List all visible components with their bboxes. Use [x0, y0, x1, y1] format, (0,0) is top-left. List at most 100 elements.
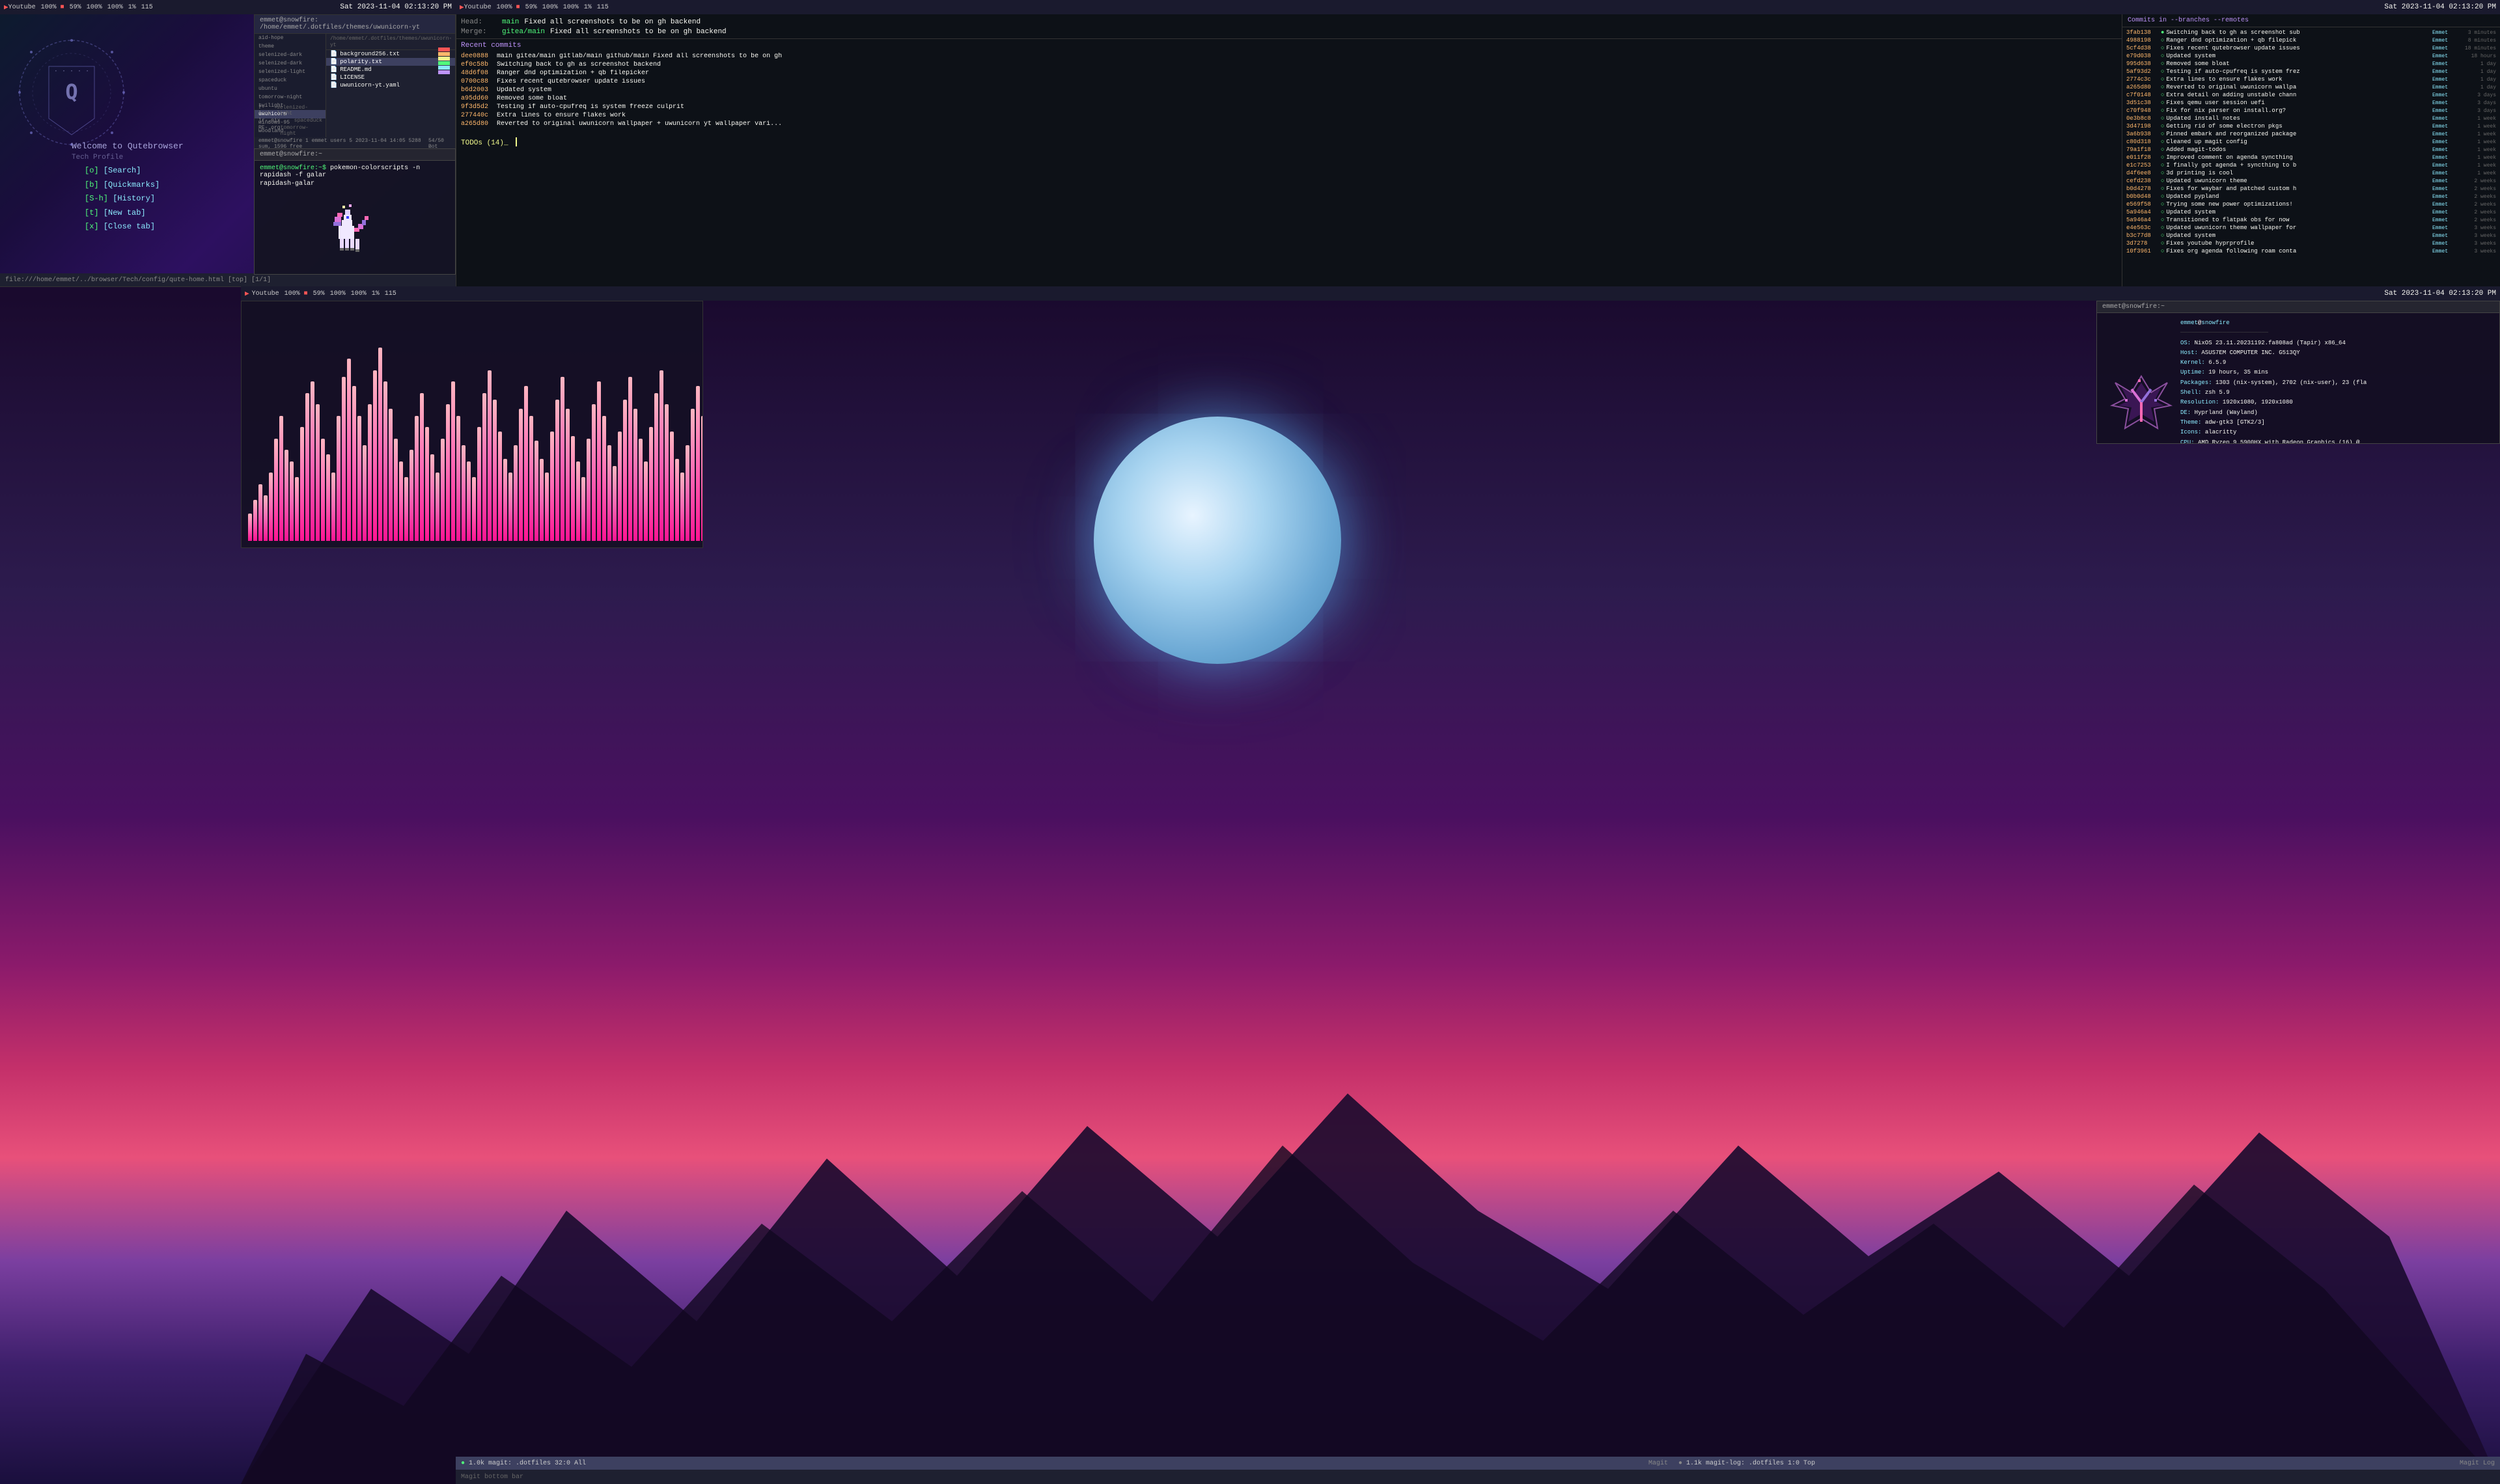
magit-status-text-right: 1.1k magit-log: .dotfiles 1:0 Top [1686, 1460, 1815, 1467]
statusbar-perf6: 115 [141, 4, 153, 11]
audio-bar [373, 370, 377, 542]
right-commit-time: 2 weeks [2458, 194, 2496, 200]
right-commit-author: Emmet [2432, 225, 2458, 231]
nf-de: DE: Hyprland (Wayland) [2180, 408, 2494, 418]
right-commit-msg: Removed some bloat [2166, 61, 2432, 67]
qute-menu-search[interactable]: [o] [Search] [85, 164, 160, 178]
commit-bullet: ○ [2161, 232, 2164, 239]
right-commit-author: Emmet [2432, 202, 2458, 208]
audio-bar [691, 409, 695, 541]
audio-bar [508, 473, 512, 541]
git-commit-row: 0700c88 Fixes recent qutebrowser update … [461, 77, 2117, 86]
qute-menu-newtab[interactable]: [t] [New tab] [85, 206, 160, 221]
head-branch: main [502, 18, 519, 26]
commit-bullet: ○ [2161, 201, 2164, 208]
fm-file-yaml[interactable]: 📄 uwunicorn-yt.yaml [326, 81, 455, 89]
right-commit-time: 8 minutes [2458, 38, 2496, 44]
statusbar-bottom: ▶ Youtube 100% ■ 59% 100% 100% 1% 115 Sa… [241, 286, 2500, 301]
nf-shell: Shell: zsh 5.9 [2180, 388, 2494, 398]
audio-bar [337, 416, 340, 542]
audio-bar [644, 461, 648, 542]
audio-bar [264, 495, 268, 541]
fm-path-item: aid-hope [255, 34, 326, 42]
statusbar-perf5-r: 1% [584, 4, 592, 11]
commit-bullet: ○ [2161, 100, 2164, 106]
audio-bar [696, 386, 700, 541]
fm-selenized2: selenized-dark [255, 59, 326, 68]
fm-shortcut-lr: lr-.nix spaceduck [255, 117, 326, 124]
audio-bar [519, 409, 523, 541]
audio-bar [321, 439, 325, 542]
magit-bottom-text: Magit bottom bar [461, 1474, 523, 1481]
qute-menu-quickmarks[interactable]: [b] [Quickmarks] [85, 178, 160, 193]
right-commit-time: 1 day [2458, 61, 2496, 67]
moon-decoration [1094, 417, 1341, 664]
audio-bar [680, 473, 684, 541]
right-commit-author: Emmet [2432, 217, 2458, 223]
audio-viz-bars [242, 301, 702, 547]
audio-bar [342, 377, 346, 541]
right-commit-msg: Ranger dnd optimization + qb filepick [2166, 37, 2432, 44]
audio-bar [394, 439, 398, 542]
sb-bottom-p2: 59% [313, 290, 325, 297]
right-commit-hash: 0e3b8c8 [2126, 115, 2159, 122]
right-commit-author: Emmet [2432, 147, 2458, 153]
statusbar-perf1-r: 100% ■ [497, 4, 520, 11]
statusbar-perf5: 1% [128, 4, 136, 11]
fm-file-readme[interactable]: 📄 README.md [326, 66, 455, 74]
commit-bullet: ○ [2161, 123, 2164, 130]
head-message: Fixed all screenshots to be on gh backen… [524, 18, 701, 26]
git-commit-row: 9f3d5d2 Testing if auto-cpufreq is syste… [461, 103, 2117, 111]
audio-bar [357, 416, 361, 542]
magit-log-pane: Commits in --branches --remotes 3fab138 … [2122, 14, 2500, 286]
right-commit-msg: Fix for nix parser on install.org? [2166, 107, 2432, 114]
commit-bullet: ○ [2161, 225, 2164, 231]
commits-right-row: 2774c3c ○ Extra lines to ensure flakes w… [2125, 76, 2497, 83]
fm-file-license[interactable]: 📄 LICENSE [326, 74, 455, 81]
commits-right-row: 3a6b938 ○ Pinned embark and reorganized … [2125, 130, 2497, 138]
term-command-line: emmet@snowfire:~$ pokemon-colorscripts -… [260, 165, 450, 179]
audio-bar [305, 393, 309, 542]
fm-right-panel: /home/emmet/.dotfiles/themes/uwunicorn-y… [326, 34, 455, 151]
fm-selenized3: selenized-light [255, 68, 326, 76]
commits-right-row: e011f28 ○ Improved comment on agenda syn… [2125, 154, 2497, 161]
right-commit-hash: 3d7278 [2126, 240, 2159, 247]
right-commit-author: Emmet [2432, 108, 2458, 114]
right-commit-time: 3 days [2458, 108, 2496, 114]
audio-bar [503, 459, 507, 541]
commit-bullet: ○ [2161, 209, 2164, 215]
commit-msg: Extra lines to ensure flakes work [497, 112, 2117, 119]
right-commit-author: Emmet [2432, 139, 2458, 145]
nf-header: emmet@snowfire:~ [2097, 301, 2499, 313]
qute-menu-closetab[interactable]: [x] [Close tab] [85, 220, 160, 234]
fm-file-bg256[interactable]: 📄 background256.txt [326, 50, 455, 58]
right-commit-msg: Cleaned up magit config [2166, 139, 2432, 145]
commits-right-row: 5a946a4 ○ Updated system Emmet 2 weeks [2125, 208, 2497, 216]
commit-bullet: ○ [2161, 146, 2164, 153]
right-commit-hash: 79a1f18 [2126, 146, 2159, 153]
right-commit-hash: c80d318 [2126, 139, 2159, 145]
audio-bar [258, 484, 262, 542]
audio-bar [498, 432, 502, 541]
color-bar [438, 48, 450, 74]
right-commit-msg: Fixes for waybar and patched custom h [2166, 186, 2432, 192]
term-body: emmet@snowfire:~$ pokemon-colorscripts -… [255, 161, 455, 266]
commits-right-row: 3d7278 ○ Fixes youtube hyprprofile Emmet… [2125, 240, 2497, 247]
magit-status-text-left: 1.0k magit: .dotfiles 32:0 All [469, 1460, 586, 1467]
sb-bottom-p1: 100% ■ [285, 290, 308, 297]
audio-bar [462, 445, 465, 541]
mountain-silhouette [241, 1028, 2500, 1484]
right-commit-msg: Updated pypland [2166, 193, 2432, 200]
shortcut-flock-label: f-lock [258, 105, 277, 117]
right-commit-author: Emmet [2432, 249, 2458, 254]
right-commit-hash: 2774c3c [2126, 76, 2159, 83]
audio-bar [410, 450, 413, 541]
qute-menu: [o] [Search] [b] [Quickmarks] [S-h] [His… [85, 164, 160, 234]
commits-right-row: 10f3961 ○ Fixes org agenda following roa… [2125, 247, 2497, 255]
right-commit-hash: 5cf4d38 [2126, 45, 2159, 51]
fm-file-polarity[interactable]: 📄 polarity.txt [326, 58, 455, 66]
right-commit-msg: Fixes youtube hyprprofile [2166, 240, 2432, 247]
commit-bullet: ○ [2161, 162, 2164, 169]
qute-menu-history[interactable]: [S-h] [History] [85, 192, 160, 206]
qute-welcome-heading: Welcome to Qutebrowser [72, 141, 184, 151]
